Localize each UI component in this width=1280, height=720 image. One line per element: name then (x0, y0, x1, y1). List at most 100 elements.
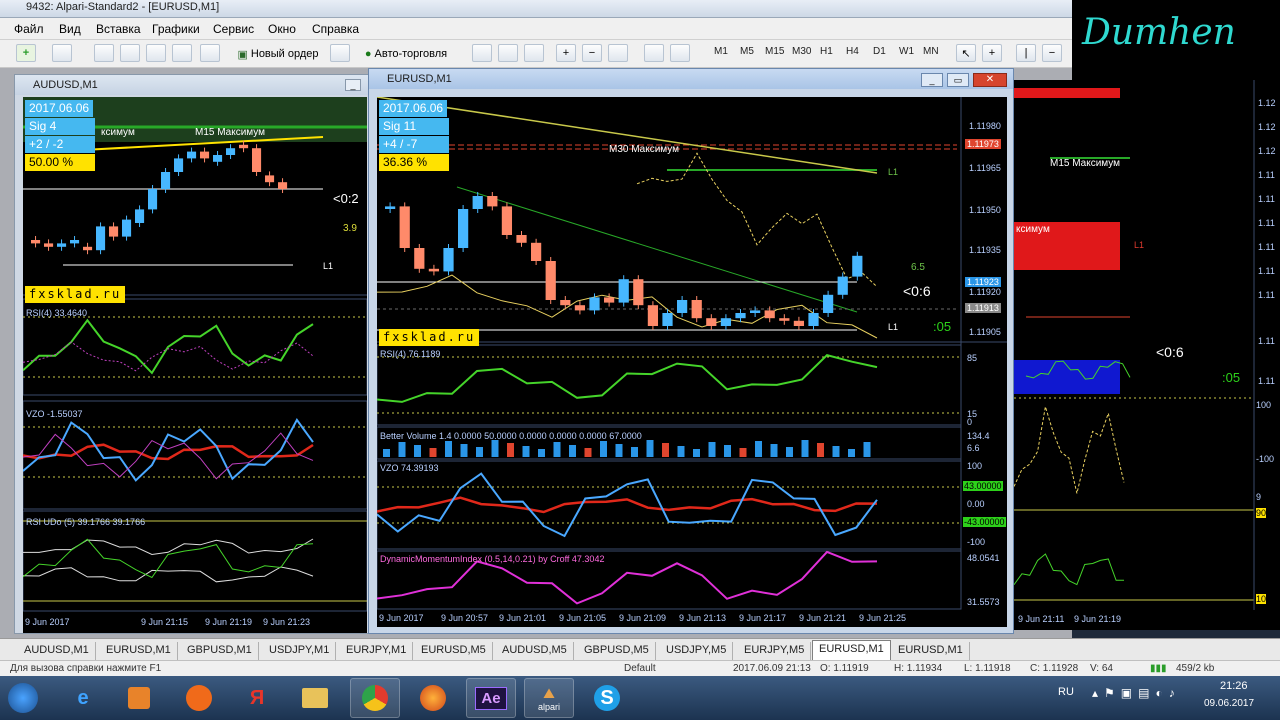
aud-candle-body (57, 243, 67, 247)
eur-dmi-max: 48.0541 (967, 553, 1000, 563)
clock-time[interactable]: 21:26 (1220, 680, 1248, 692)
right-chart[interactable]: M15 Максимум ксимум L1 <0:6 :05 1.12 1.1… (1014, 80, 1280, 630)
right-zone-top (1014, 88, 1120, 98)
media-player-icon[interactable] (114, 678, 164, 718)
horizontal-line-icon[interactable]: − (1042, 44, 1062, 62)
toolbar: + ▣ Новый ордер ● Авто-торговля + − M1 M5 … (0, 40, 1072, 68)
profiles-icon[interactable] (52, 44, 72, 62)
audusd-chart-svg (23, 97, 367, 633)
strategy-tester-icon[interactable] (200, 44, 220, 62)
app-orange-icon[interactable] (174, 678, 224, 718)
eur-bv-bar (724, 445, 731, 457)
eur-candle-body (706, 318, 717, 326)
eur-val1: 6.5 (911, 262, 925, 273)
eur-close-button[interactable]: ✕ (973, 73, 1007, 87)
menu-tools[interactable]: Сервис (213, 22, 254, 36)
title-bar: 9432: Alpari-Standard2 - [EURUSD,M1] (0, 0, 1072, 18)
tf-h1[interactable]: H1 (820, 46, 833, 57)
navigator-icon[interactable] (146, 44, 166, 62)
tile-windows-icon[interactable] (608, 44, 628, 62)
audusd-window[interactable]: AUDUSD,M1 2017.06.06 Sig 4 +2 / -2 50.00… (14, 74, 372, 634)
clock-date[interactable]: 09.06.2017 (1204, 698, 1254, 709)
eur-bv-bar (646, 440, 654, 457)
eur-candle-body (793, 320, 805, 326)
new-chart-icon[interactable]: + (16, 44, 36, 62)
vertical-line-icon[interactable]: | (1016, 44, 1036, 62)
zoom-in-icon[interactable]: + (556, 44, 576, 62)
yandex-icon[interactable]: Я (232, 678, 282, 718)
after-effects-icon[interactable]: Ae (466, 678, 516, 718)
skype-icon[interactable]: S (582, 678, 632, 718)
tab-audusd-m1[interactable]: AUDUSD,M1 (18, 642, 96, 660)
eur-date: 2017.06.06 (379, 100, 448, 117)
tf-mn[interactable]: MN (923, 46, 939, 57)
audusd-chart[interactable]: 2017.06.06 Sig 4 +2 / -2 50.00 % ксимум … (23, 97, 367, 633)
menu-charts[interactable]: Графики (152, 22, 200, 36)
auto-scroll-icon[interactable] (644, 44, 664, 62)
tf-w1[interactable]: W1 (899, 46, 914, 57)
ie-icon[interactable]: e (58, 678, 108, 718)
eur-bv-bar (770, 444, 778, 457)
explorer-icon[interactable] (290, 678, 340, 718)
aud-minimize-button[interactable]: _ (345, 79, 361, 91)
tf-m5[interactable]: M5 (740, 46, 754, 57)
menu-file[interactable]: Файл (14, 22, 44, 36)
menu-window[interactable]: Окно (268, 22, 296, 36)
eurusd-chart[interactable]: 2017.06.06 Sig 11 +4 / -7 36.36 % M30 Ма… (377, 97, 1007, 627)
zoom-out-icon[interactable]: − (582, 44, 602, 62)
tab-gbpusd-m5[interactable]: GBPUSD,M5 (578, 642, 656, 660)
eur-m30: M30 Максимум (609, 144, 680, 155)
tab-usdjpy-m1[interactable]: USDJPY,M1 (263, 642, 337, 660)
right-scale-10: 10 (1256, 594, 1267, 604)
eurusd-window[interactable]: EURUSD,M1 _ ▭ ✕ 2017.06.06 Sig 11 +4 / -… (368, 68, 1014, 634)
cursor-icon[interactable]: ↖ (956, 44, 976, 62)
market-watch-icon[interactable] (94, 44, 114, 62)
eur-restore-button[interactable]: ▭ (947, 73, 969, 87)
chart-shift-icon[interactable] (670, 44, 690, 62)
tf-m1[interactable]: M1 (714, 46, 728, 57)
alpari-icon[interactable]: ⛰ alpari (524, 678, 574, 718)
eur-bv-bar (631, 447, 638, 457)
tab-eurjpy-m1[interactable]: EURJPY,M1 (340, 642, 414, 660)
eur-bv-bar (383, 449, 390, 457)
tab-eurjpy-m5[interactable]: EURJPY,M5 (738, 642, 812, 660)
menu-view[interactable]: Вид (59, 22, 81, 36)
tray-icons[interactable]: ▴⚑▣▤◐♪ (1092, 686, 1181, 700)
eur-minimize-button[interactable]: _ (921, 73, 943, 87)
start-button[interactable] (0, 678, 46, 718)
language-indicator[interactable]: RU (1058, 686, 1074, 698)
eur-candle-body (735, 313, 746, 319)
chrome-icon[interactable] (350, 678, 400, 718)
terminal-icon[interactable] (172, 44, 192, 62)
eur-time-3: 9 Jun 21:05 (559, 613, 607, 623)
data-window-icon[interactable] (120, 44, 140, 62)
candlestick-icon[interactable] (498, 44, 518, 62)
bar-chart-icon[interactable] (472, 44, 492, 62)
eur-bv-bar (832, 446, 840, 457)
metaeditor-icon[interactable] (330, 44, 350, 62)
menu-insert[interactable]: Вставка (96, 22, 141, 36)
line-chart-icon[interactable] (524, 44, 544, 62)
crosshair-icon[interactable]: + (982, 44, 1002, 62)
right-price-2: 1.12 (1258, 146, 1276, 156)
eur-bv-bar (445, 441, 452, 457)
eur-vzo-43: 43.00000 (963, 481, 1003, 491)
tab-gbpusd-m1[interactable]: GBPUSD,M1 (181, 642, 259, 660)
tab-eurusd-m5[interactable]: EURUSD,M5 (415, 642, 493, 660)
tf-h4[interactable]: H4 (846, 46, 859, 57)
tab-audusd-m5[interactable]: AUDUSD,M5 (496, 642, 574, 660)
tf-m30[interactable]: M30 (792, 46, 811, 57)
aud-candle-body (83, 246, 93, 251)
auto-trading-button[interactable]: ● Авто-торговля (356, 44, 456, 64)
tf-d1[interactable]: D1 (873, 46, 886, 57)
tab-usdjpy-m5[interactable]: USDJPY,M5 (660, 642, 734, 660)
tab-eurusd-m1[interactable]: EURUSD,M1 (100, 642, 178, 660)
firefox-icon[interactable] (408, 678, 458, 718)
new-order-button[interactable]: ▣ Новый ордер (232, 44, 324, 64)
tab-eurusd-m1-2[interactable]: EURUSD,M1 (892, 642, 970, 660)
tf-m15[interactable]: M15 (765, 46, 784, 57)
chart-tabs: AUDUSD,M1 EURUSD,M1 GBPUSD,M1 USDJPY,M1 … (0, 638, 1280, 661)
menu-help[interactable]: Справка (312, 22, 359, 36)
eur-rsi-85: 85 (967, 353, 978, 363)
tab-eurusd-m1-active[interactable]: EURUSD,M1 (812, 640, 891, 661)
